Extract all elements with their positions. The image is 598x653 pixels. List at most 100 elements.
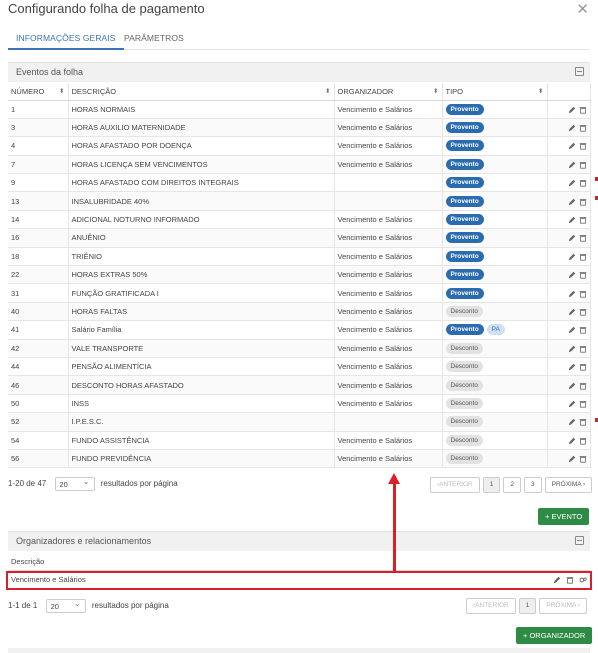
add-evento-button[interactable]: + EVENTO [538,508,590,525]
next-page-button[interactable]: PRÓXIMA › [539,598,587,614]
pencil-icon[interactable] [568,326,576,334]
table-row[interactable]: 40 HORAS FALTAS Vencimento e Salários Desco… [8,302,591,322]
table-row[interactable]: 52 I.P.E.S.C. Desconto [8,412,591,432]
table-row[interactable]: 4 HORAS AFASTADO POR DOENÇA Vencimento e S… [8,136,591,156]
prev-page-button[interactable]: ‹ANTERIOR [430,477,480,493]
trash-icon[interactable] [579,308,587,316]
trash-icon[interactable] [579,290,587,298]
next-page-button[interactable]: PRÓXIMA › [544,477,593,493]
pencil-icon[interactable] [568,455,576,463]
column-header-organizador[interactable]: ORGANIZADOR ⬍ [334,83,443,101]
pencil-icon[interactable] [568,290,576,298]
table-row[interactable]: 18 TRIÊNIO Vencimento e Salários Provento [8,247,591,267]
trash-icon[interactable] [579,216,587,224]
table-row[interactable]: 56 FUNDO PREVIDÊNCIA Vencimento e Salários… [8,449,591,469]
trash-icon[interactable] [579,142,587,151]
pencil-icon[interactable] [568,124,576,132]
column-header-descricao[interactable]: Descrição [8,554,530,571]
pencil-icon[interactable] [568,198,576,206]
row-organizer [334,412,443,432]
trash-icon[interactable] [579,455,587,463]
trash-icon[interactable] [579,124,587,132]
row-description: ADICIONAL NOTURNO INFORMADO [68,210,335,230]
type-badge: Desconto [445,305,483,317]
trash-icon[interactable] [579,400,587,408]
pencil-icon[interactable] [568,106,576,114]
page-1-button[interactable]: 1 [482,477,501,493]
row-type: Desconto [442,302,548,322]
trash-icon[interactable] [579,326,587,334]
page-1-button[interactable]: 1 [518,598,537,614]
trash-icon[interactable] [579,253,587,261]
org-per-page-select[interactable]: 20 [45,599,86,613]
row-organizer: Vencimento e Salários [334,302,443,322]
trash-icon[interactable] [579,437,587,445]
table-row[interactable]: 13 INSALUBRIDADE 40% Provento [8,191,591,211]
sort-icon[interactable]: ⬍ [325,87,330,95]
trash-icon[interactable] [579,161,587,169]
table-row[interactable]: 50 INSS Vencimento e Salários Desconto [8,394,591,414]
table-row[interactable]: 1 HORAS NORMAIS Vencimento e Salários Prove… [8,100,591,119]
table-row[interactable]: 14 ADICIONAL NOTURNO INFORMADO Vencimento … [8,210,591,230]
trash-icon[interactable] [579,271,587,279]
collapse-icon[interactable] [575,536,584,545]
trash-icon[interactable] [579,179,587,187]
column-header-descricao[interactable]: DESCRIÇÃO ⬍ [68,83,335,101]
pencil-icon[interactable] [568,161,576,169]
pencil-icon[interactable] [568,216,576,224]
page-3-button[interactable]: 3 [524,477,542,493]
close-icon[interactable]: ✕ [576,0,589,18]
table-row[interactable]: 16 ANUÊNIO Vencimento e Salários Provento [8,228,591,248]
table-row[interactable]: 54 FUNDO ASSISTÊNCIA Vencimento e Salários… [8,431,591,450]
table-row[interactable]: 22 HORAS EXTRAS 50% Vencimento e Salários P… [8,265,591,285]
pencil-icon[interactable] [568,253,576,261]
table-row[interactable]: 41 Salário Família Vencimento e Salários Pr… [8,320,591,340]
row-description: INSALUBRIDADE 40% [68,191,335,211]
table-row[interactable]: 44 PENSÃO ALIMENTÍCIA Vencimento e Salário… [8,357,591,377]
type-badge: Provento [445,269,484,281]
prev-page-button[interactable]: ‹ANTERIOR [466,598,516,614]
trash-icon[interactable] [579,106,587,114]
table-row[interactable]: 31 FUNÇÃO GRATIFICADA I Vencimento e Salár… [8,283,591,303]
tab-informacoes-gerais[interactable]: INFORMAÇÕES GERAIS [8,33,124,50]
pencil-icon[interactable] [568,418,576,426]
pencil-icon[interactable] [568,400,576,408]
trash-icon[interactable] [579,345,587,353]
row-actions [547,283,591,303]
table-row[interactable]: 46 DESCONTO HORAS AFASTADO Vencimento e Sa… [8,375,591,395]
row-actions [547,228,591,248]
trash-icon[interactable] [579,198,587,206]
pencil-icon[interactable] [568,142,576,150]
pencil-icon[interactable] [568,271,576,279]
collapse-icon[interactable] [575,67,584,76]
table-row[interactable]: 3 HORAS AUXILIO MATERNIDADE Vencimento e S… [8,118,591,138]
table-row[interactable]: 42 VALE TRANSPORTE Vencimento e Salários De… [8,339,591,358]
row-number: 40 [8,302,69,322]
pencil-icon[interactable] [568,363,576,371]
pencil-icon[interactable] [568,382,576,390]
page-2-button[interactable]: 2 [503,477,521,493]
row-type: Desconto [442,375,548,395]
events-per-page-select[interactable]: 20 [54,477,95,491]
pencil-icon[interactable] [568,308,576,316]
column-header-tipo[interactable]: TIPO ⬍ [442,83,548,101]
trash-icon[interactable] [579,363,587,371]
table-row[interactable]: 9 HORAS AFASTADO COM DIREITOS INTEGRAIS Pr… [8,173,591,193]
sort-icon[interactable]: ⬍ [59,87,64,95]
trash-icon[interactable] [579,382,587,390]
trash-icon[interactable] [579,418,587,426]
pencil-icon[interactable] [568,234,576,242]
pencil-icon[interactable] [568,179,576,187]
trash-icon[interactable] [579,234,587,243]
table-row[interactable]: 7 HORAS LICENÇA SEM VENCIMENTOS Vencimento… [8,155,591,175]
sort-icon[interactable]: ⬍ [433,87,438,95]
tab-parametros[interactable]: PARÂMETROS [124,33,184,43]
row-actions [547,412,591,432]
type-badge: Desconto [445,379,483,391]
sort-icon[interactable]: ⬍ [538,87,543,95]
pencil-icon[interactable] [568,437,576,445]
add-organizador-button[interactable]: + ORGANIZADOR [516,627,593,644]
column-header-numero[interactable]: NÚMERO ⬍ [8,83,69,101]
pencil-icon[interactable] [568,345,576,353]
row-organizer: Vencimento e Salários [334,320,443,340]
